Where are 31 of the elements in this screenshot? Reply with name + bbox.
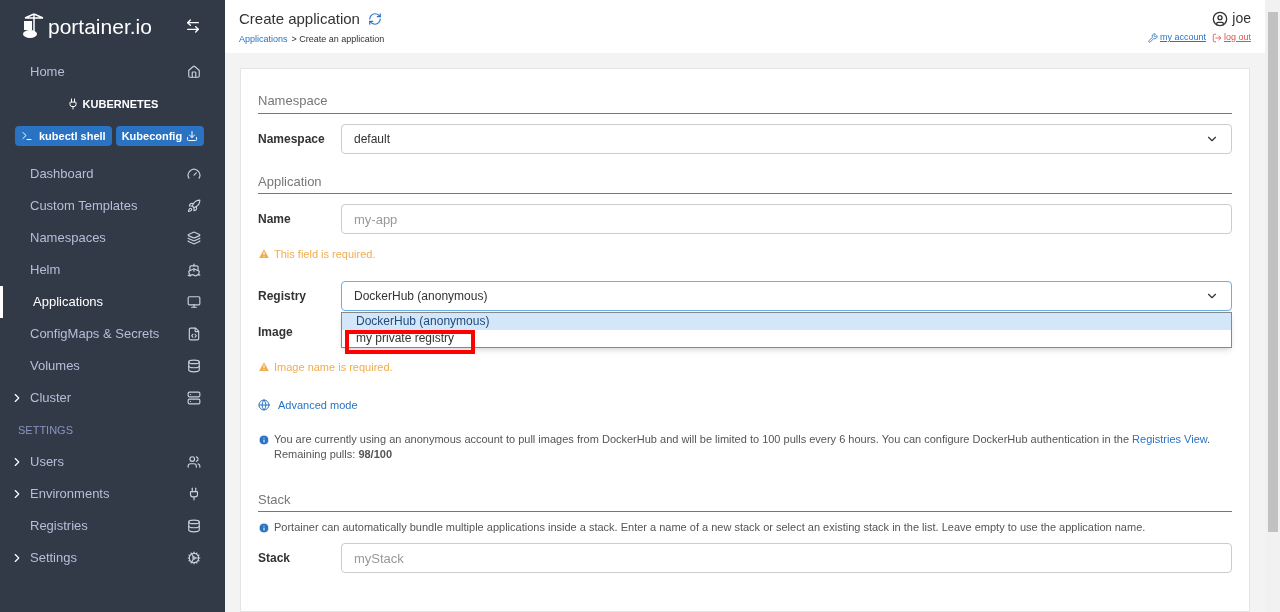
nav-label: Users: [30, 453, 65, 472]
nav-label: Cluster: [30, 389, 73, 408]
logo-text: portainer.io: [48, 15, 152, 37]
field-label: Registry: [258, 287, 308, 305]
field-label: Stack: [258, 550, 292, 567]
stack-info: Portainer can automatically bundle multiple applications inside a stack. Enter a name of a new stack or select an existing stack in the list. Leave empty to use the application name.: [274, 520, 1146, 535]
section-title: Namespace: [258, 91, 1232, 114]
nav-label: Registries: [30, 517, 89, 536]
nav-label: Dashboard: [30, 165, 95, 184]
nav-label: Settings: [30, 549, 78, 568]
warning-text: This field is required.: [274, 247, 376, 262]
field-label: Name: [258, 211, 292, 228]
nav-label: Home: [30, 63, 66, 82]
breadcrumb-current: > Create an application: [291, 32, 385, 46]
warning-text: Image name is required.: [274, 359, 393, 375]
nav-label: Custom Templates: [30, 197, 139, 216]
section-title: Stack: [258, 489, 1232, 512]
nav-label: ConfigMaps & Secrets: [30, 325, 161, 344]
environment-name: KUBERNETES: [82, 96, 159, 112]
nav-label: Volumes: [30, 357, 81, 376]
field-label: Namespace: [258, 130, 326, 148]
field-label: Image: [258, 323, 294, 341]
page-title: Create application: [239, 9, 360, 29]
nav-label: Applications: [33, 293, 105, 312]
dockerhub-info: You are currently using an anonymous account to pull images from DockerHub and will be limited to 100 pulls every 6 hours. You can configure DockerHub authentication in the Registries View. Remaining pulls: 98/100: [274, 431, 1212, 462]
section-title: Application: [258, 171, 1232, 194]
nav-label: Environments: [30, 485, 111, 504]
nav-label: Helm: [30, 261, 62, 280]
nav-label: Namespaces: [30, 229, 107, 248]
section-heading: SETTINGS: [17, 422, 74, 438]
username: joe: [1232, 9, 1251, 28]
